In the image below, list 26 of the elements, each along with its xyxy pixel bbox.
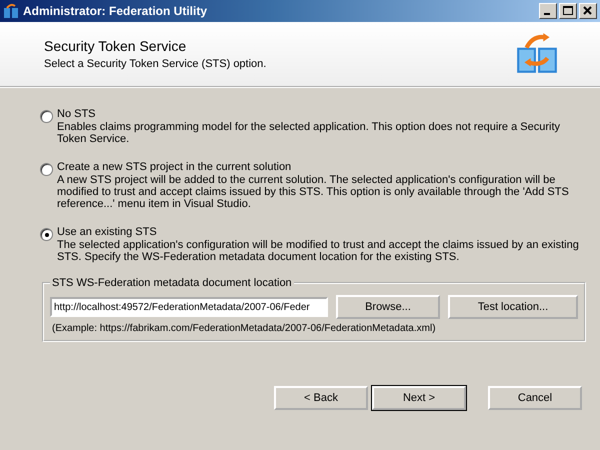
option-label[interactable]: Use an existing STS — [57, 226, 586, 238]
option-description: Enables claims programming model for the selected application. This option does not require a Security Token Service. — [57, 121, 562, 145]
cancel-button[interactable]: Cancel — [488, 386, 582, 410]
option-label[interactable]: No STS — [57, 108, 586, 120]
next-button[interactable]: Next > — [372, 386, 466, 410]
radio-button[interactable] — [40, 228, 53, 241]
option-description: The selected application's configuration will be modified to trust and accept the claims issued by an existing STS. Specify the WS-Federation metadata document location for the existing STS. — [57, 239, 580, 263]
radio-button[interactable] — [40, 163, 53, 176]
minimize-button[interactable] — [539, 3, 557, 19]
window-title: Administrator: Federation Utility — [23, 4, 208, 18]
option-description: A new STS project will be added to the current solution. The selected application's configuration will be modified to trust and accept claims issued by this STS. This option is only available through the 'Add STS reference...' menu item in Visual Studio. — [57, 174, 570, 210]
radio-button[interactable] — [40, 110, 53, 123]
back-button[interactable]: < Back — [274, 386, 368, 410]
servers-icon — [3, 3, 19, 19]
test-button[interactable]: Test location... — [448, 295, 578, 319]
browse-button[interactable]: Browse... — [336, 295, 440, 319]
maximize-button[interactable] — [559, 3, 577, 19]
group-title: STS WS-Federation metadata document location — [51, 277, 293, 289]
maximize-icon — [560, 4, 576, 18]
minimize-icon — [544, 13, 550, 15]
url-field[interactable]: http://localhost:49572/FederationMetadata/2007-06/Feder — [50, 297, 328, 317]
option-label[interactable]: Create a new STS project in the current solution — [57, 161, 586, 173]
page-title: Security Token Service — [44, 38, 188, 54]
example-text: (Example: https://fabrikam.com/FederationMetadata/2007-06/FederationMetadata.xml) — [52, 323, 437, 334]
page-subtitle: Select a Security Token Service (STS) option. — [44, 58, 266, 70]
close-button[interactable] — [579, 3, 597, 19]
